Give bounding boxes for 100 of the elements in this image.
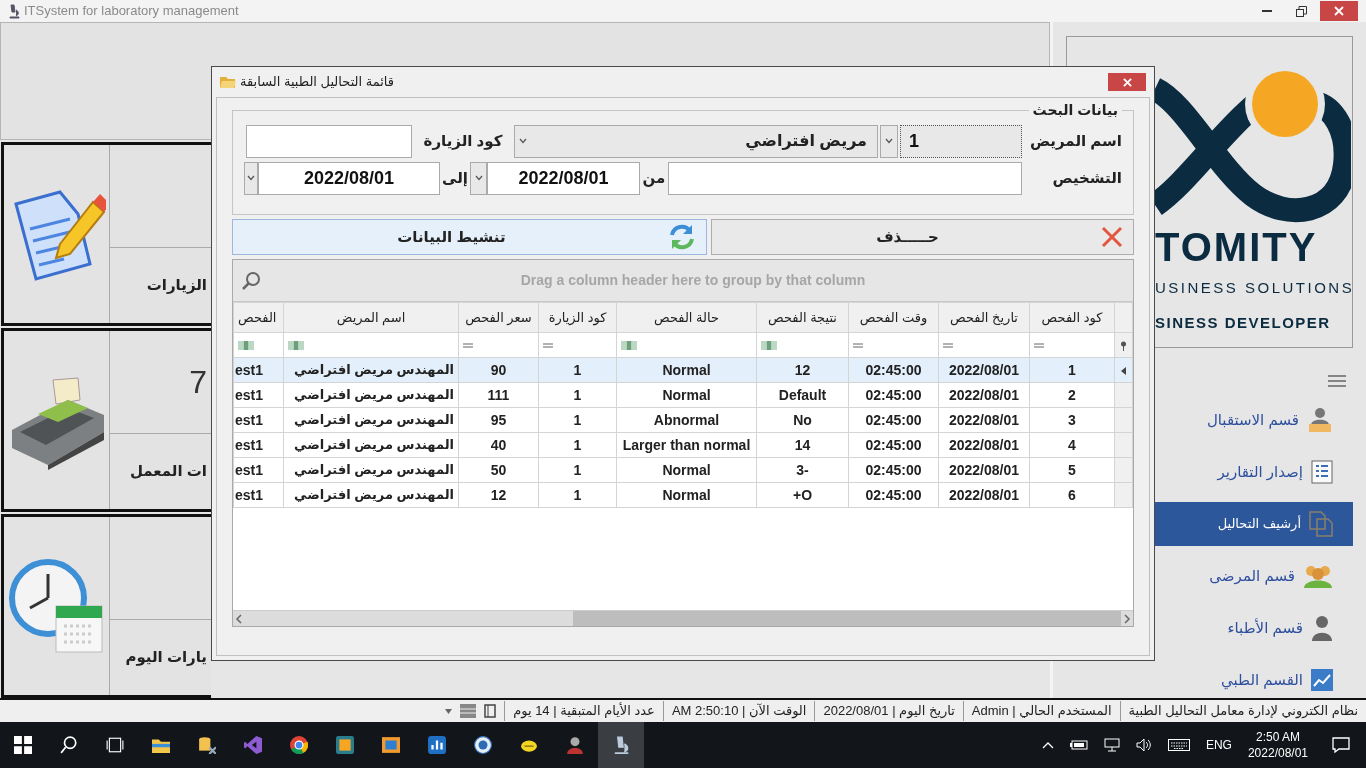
folder-icon[interactable]: [152, 736, 170, 754]
microscope-icon[interactable]: [612, 736, 630, 754]
close-button[interactable]: [1108, 73, 1146, 91]
table-cell: 90: [458, 357, 539, 383]
keyboard-icon[interactable]: [1167, 739, 1190, 751]
scroll-left-icon[interactable]: [233, 613, 245, 624]
table-cell: est1: [233, 382, 284, 408]
start-button[interactable]: [14, 736, 32, 754]
language-indicator[interactable]: ENG: [1205, 736, 1232, 754]
sidebar-item[interactable]: قسم الاستقبال: [1155, 398, 1353, 442]
visit-code-field[interactable]: [246, 124, 412, 158]
column-header[interactable]: اسم المريض: [283, 302, 459, 333]
table-cell: est1: [233, 357, 284, 383]
column-header[interactable]: حالة الفحص: [616, 302, 757, 333]
menu-icon[interactable]: [1328, 374, 1346, 387]
dashboard-tile[interactable]: يارات اليوم: [1, 514, 211, 698]
column-header[interactable]: سعر الفحص: [458, 302, 539, 333]
network-icon[interactable]: [1103, 738, 1120, 752]
table-cell: 50: [458, 457, 539, 483]
text-filter-icon[interactable]: [761, 341, 777, 351]
table-cell: 2: [1029, 382, 1115, 408]
sidebar-item[interactable]: قسم المرضى: [1155, 554, 1353, 598]
text-filter-icon[interactable]: [621, 341, 637, 351]
field-label: كود الزيارة: [422, 131, 504, 152]
tile-caption: الزيارات: [146, 275, 207, 296]
volume-icon[interactable]: [1135, 738, 1152, 752]
horizontal-scrollbar[interactable]: [233, 610, 1133, 626]
table-cell: 02:45:00: [848, 357, 939, 383]
dashboard-tile[interactable]: الزيارات: [1, 142, 211, 326]
column-header[interactable]: كود الفحص: [1029, 302, 1115, 333]
patient-name-dropdown[interactable]: مريض افتراضي: [514, 124, 878, 158]
documents-icon: [1309, 511, 1333, 537]
column-header[interactable]: نتيجة الفحص: [756, 302, 849, 333]
sidebar-item[interactable]: القسم الطبي: [1155, 658, 1353, 702]
dialog-title: قائمة التحاليل الطبية السابقة: [240, 73, 395, 92]
table-cell: 4: [1029, 432, 1115, 458]
sidebar-item[interactable]: إصدار التقارير: [1155, 450, 1353, 494]
table-cell: 2022/08/01: [938, 432, 1030, 458]
field-label: من: [641, 168, 667, 189]
search-icon[interactable]: [60, 736, 78, 754]
column-header[interactable]: وقت الفحص: [848, 302, 939, 333]
scrollbar-thumb[interactable]: [573, 611, 1121, 626]
chart-icon: [1311, 669, 1333, 691]
refresh-button[interactable]: تنشيط البيانات: [232, 219, 707, 255]
bar-chart-icon[interactable]: [428, 736, 446, 754]
pin-icon: [1120, 340, 1127, 351]
table-cell: 02:45:00: [848, 482, 939, 508]
table-cell: 1: [538, 382, 617, 408]
table-cell: 12: [458, 482, 539, 508]
people-icon: [1303, 563, 1333, 589]
dropdown-button[interactable]: [470, 161, 487, 195]
table-cell: 02:45:00: [848, 382, 939, 408]
database-icon[interactable]: [198, 736, 216, 754]
table-cell: O+: [756, 482, 849, 508]
group-title: بيانات البحث: [1031, 102, 1119, 119]
table-cell: 2022/08/01: [938, 407, 1030, 433]
notification-icon[interactable]: [1332, 737, 1350, 753]
app-window-icon[interactable]: [382, 736, 400, 754]
sidebar-item[interactable]: قسم الأطباء: [1155, 606, 1353, 650]
tile-caption: ات المعمل: [129, 461, 207, 482]
sidebar-item[interactable]: أرشيف التحاليل: [1155, 502, 1353, 546]
caret-icon: [445, 708, 453, 714]
date-field[interactable]: 2022/08/01: [487, 161, 640, 195]
patient-code-field[interactable]: 1: [900, 124, 1022, 158]
minimize-icon: [1262, 10, 1272, 12]
table-cell: 6: [1029, 482, 1115, 508]
clock-calendar-icon: [7, 556, 106, 656]
person-desk-icon: [1307, 407, 1333, 433]
column-header[interactable]: الفحص: [233, 302, 284, 333]
person-icon: [1311, 615, 1333, 641]
date-field[interactable]: 2022/08/01: [258, 161, 440, 195]
column-header[interactable]: تاريخ الفحص: [938, 302, 1030, 333]
text-filter-icon[interactable]: [238, 341, 254, 351]
text-filter-icon[interactable]: [288, 341, 304, 351]
tile-caption: يارات اليوم: [125, 647, 207, 668]
table-cell: Normal: [616, 357, 757, 383]
table-cell: 95: [458, 407, 539, 433]
table-cell: 12: [756, 357, 849, 383]
clock-time[interactable]: 2:50 AM: [1247, 728, 1308, 745]
delete-button[interactable]: حـــــذف: [710, 219, 1134, 255]
task-view-icon[interactable]: [106, 736, 124, 754]
clock-date[interactable]: 2022/08/01: [1247, 745, 1308, 762]
table-cell: 5: [1029, 457, 1115, 483]
user-icon[interactable]: [566, 736, 584, 754]
diagnosis-field[interactable]: [668, 161, 1022, 195]
code-editor-icon[interactable]: [244, 736, 262, 754]
column-header[interactable]: كود الزيارة: [538, 302, 617, 333]
document-list-icon: [1311, 460, 1333, 484]
caret-icon: [519, 138, 527, 145]
scroll-right-icon[interactable]: [1121, 613, 1133, 624]
dropdown-button[interactable]: [244, 161, 258, 195]
chevron-up-icon[interactable]: [1041, 741, 1054, 749]
battery-icon[interactable]: [1069, 740, 1088, 750]
browser-icon[interactable]: [290, 736, 308, 754]
table-cell: المهندس مريض افتراضي: [283, 407, 459, 433]
table-cell: est1: [233, 457, 284, 483]
close-button[interactable]: [1320, 1, 1358, 21]
table-cell: est1: [233, 482, 284, 508]
status-text: الوقت الآن | 2:50:10 AM: [662, 701, 815, 721]
close-icon: [1334, 6, 1344, 16]
